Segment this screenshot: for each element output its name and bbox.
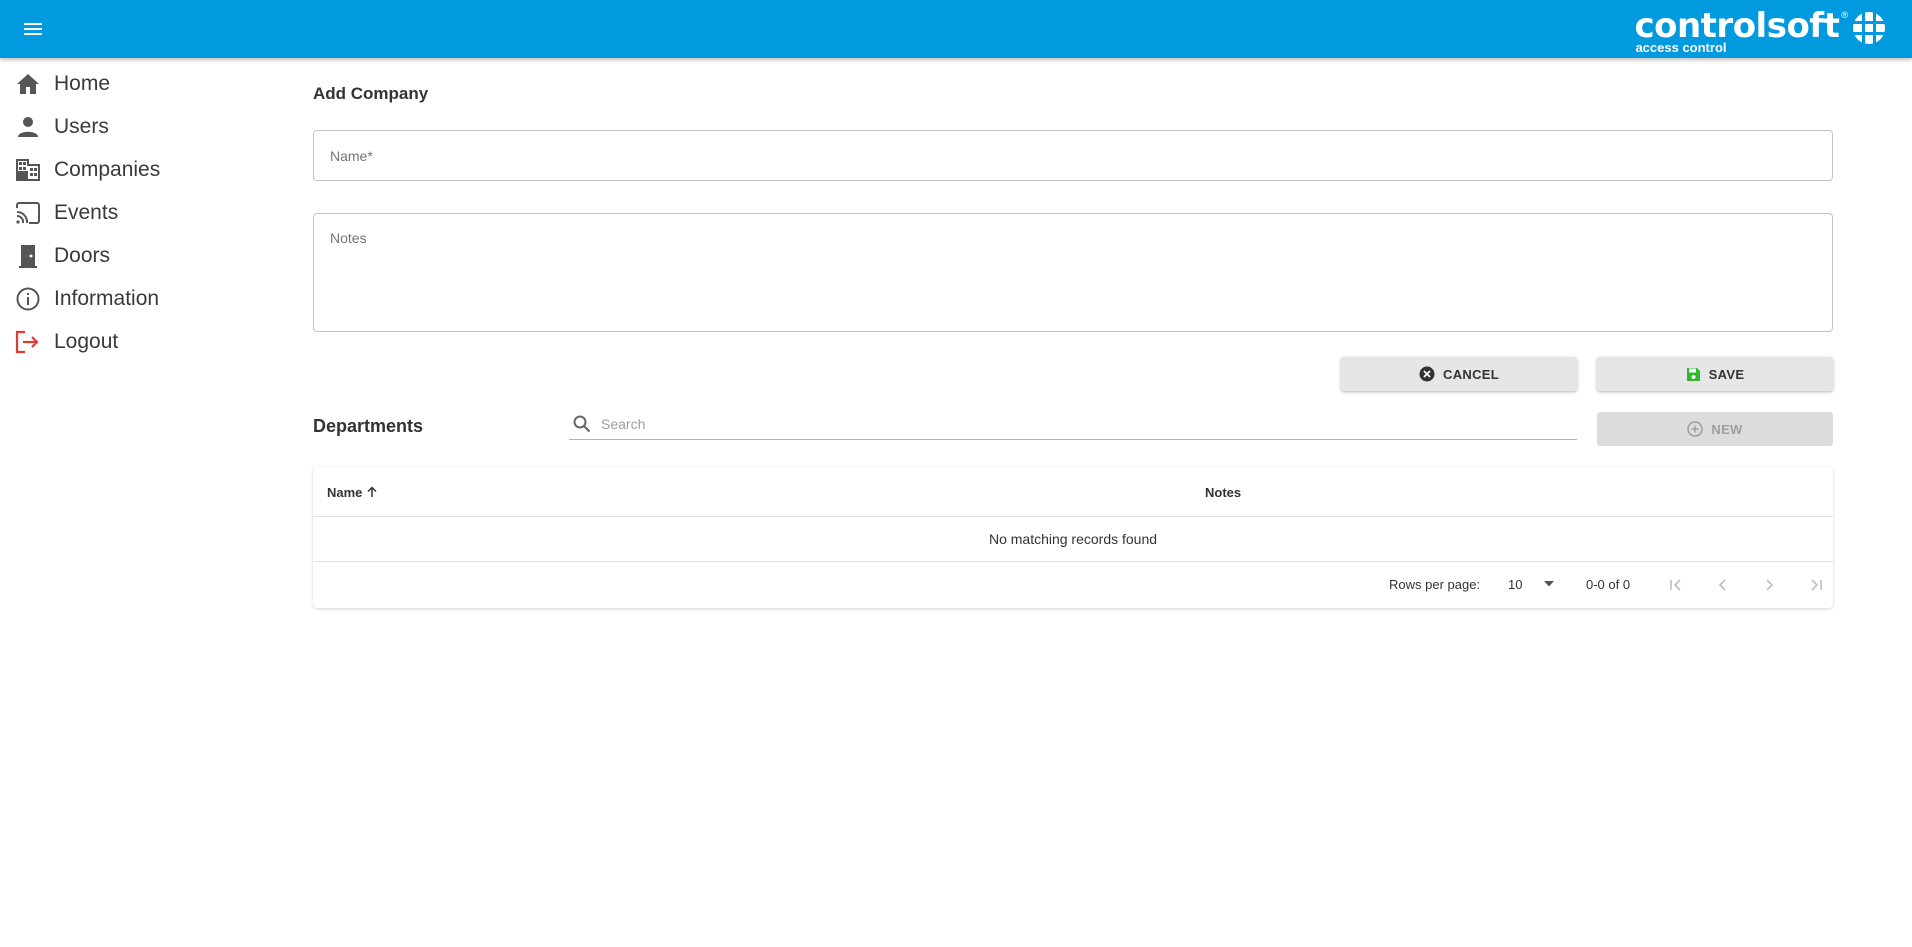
- departments-title: Departments: [313, 416, 424, 436]
- notes-input[interactable]: [314, 214, 1832, 331]
- new-department-button[interactable]: NEW: [1597, 412, 1833, 446]
- door-icon: [14, 242, 42, 270]
- last-page-icon: [1809, 579, 1823, 591]
- cast-icon: [14, 199, 42, 227]
- search-icon: [573, 415, 593, 433]
- logout-icon: [14, 328, 42, 356]
- app-bar: controlsoft access control ®: [0, 0, 1912, 58]
- sidebar-item-events[interactable]: Events: [0, 191, 280, 234]
- building-icon: [14, 156, 42, 184]
- name-input[interactable]: [314, 131, 1832, 180]
- chevron-left-icon: [1718, 579, 1728, 591]
- add-circle-icon: [1687, 421, 1704, 437]
- sidebar-item-label: Home: [54, 71, 111, 95]
- person-icon: [14, 113, 42, 141]
- sidebar-item-doors[interactable]: Doors: [0, 234, 280, 277]
- menu-icon[interactable]: [20, 16, 46, 42]
- column-header-label: Notes: [1205, 484, 1242, 500]
- column-header-label: Name: [327, 484, 363, 500]
- brand-tagline: access control: [1635, 40, 1727, 55]
- table-pagination: Rows per page: 10 0-0 of 0: [313, 562, 1833, 607]
- save-button[interactable]: SAVE: [1597, 357, 1833, 391]
- page-title: Add Company: [313, 84, 429, 103]
- departments-table: Name Notes No matching records found Row…: [313, 467, 1833, 608]
- chevron-right-icon: [1764, 579, 1774, 591]
- rows-per-page-value: 10: [1508, 576, 1523, 592]
- cancel-button[interactable]: CANCEL: [1341, 357, 1577, 391]
- cancel-label: CANCEL: [1443, 366, 1499, 382]
- table-header: Name Notes: [313, 467, 1833, 517]
- brand-name: controlsoft: [1634, 6, 1840, 46]
- previous-page-button[interactable]: [1710, 572, 1736, 598]
- column-header-notes[interactable]: Notes: [1205, 467, 1241, 517]
- first-page-button[interactable]: [1663, 572, 1689, 598]
- sidebar-item-home[interactable]: Home: [0, 62, 280, 105]
- registered-mark: ®: [1841, 10, 1848, 20]
- floppy-disk-icon: [1686, 367, 1701, 382]
- first-page-icon: [1669, 579, 1683, 591]
- cancel-circle-icon: [1419, 366, 1435, 382]
- sidebar-item-label: Logout: [54, 329, 119, 353]
- pagination-range: 0-0 of 0: [1586, 577, 1631, 592]
- caret-down-icon: [1544, 581, 1554, 587]
- brand-logo[interactable]: controlsoft access control ®: [1634, 8, 1886, 54]
- home-icon: [14, 70, 42, 98]
- sidebar-item-users[interactable]: Users: [0, 105, 280, 148]
- sidebar-item-information[interactable]: Information: [0, 277, 280, 320]
- search-input[interactable]: [601, 415, 1577, 432]
- department-search[interactable]: [569, 408, 1577, 440]
- rows-per-page-label: Rows per page:: [1389, 577, 1481, 592]
- column-header-name[interactable]: Name: [327, 467, 378, 517]
- sidebar-item-companies[interactable]: Companies: [0, 148, 280, 191]
- sidebar-item-label: Doors: [54, 243, 111, 267]
- rows-per-page-select[interactable]: 10: [1508, 570, 1564, 598]
- last-page-button[interactable]: [1803, 572, 1829, 598]
- next-page-button[interactable]: [1756, 572, 1782, 598]
- name-field[interactable]: [313, 130, 1833, 181]
- sidebar-item-label: Companies: [54, 157, 161, 181]
- sidebar-item-label: Events: [54, 200, 119, 224]
- new-label: NEW: [1711, 421, 1743, 437]
- sidebar-item-label: Users: [54, 114, 109, 138]
- brand-grid-icon: [1852, 11, 1886, 50]
- arrow-up-icon: [366, 486, 378, 498]
- sidebar-item-label: Information: [54, 286, 160, 310]
- save-label: SAVE: [1708, 366, 1745, 382]
- empty-message: No matching records found: [313, 517, 1833, 562]
- notes-field[interactable]: [313, 213, 1833, 332]
- sidebar-item-logout[interactable]: Logout: [0, 320, 280, 363]
- sidebar-nav: Home Users Companies Events Doors Inform…: [0, 62, 280, 363]
- info-icon: [14, 285, 42, 313]
